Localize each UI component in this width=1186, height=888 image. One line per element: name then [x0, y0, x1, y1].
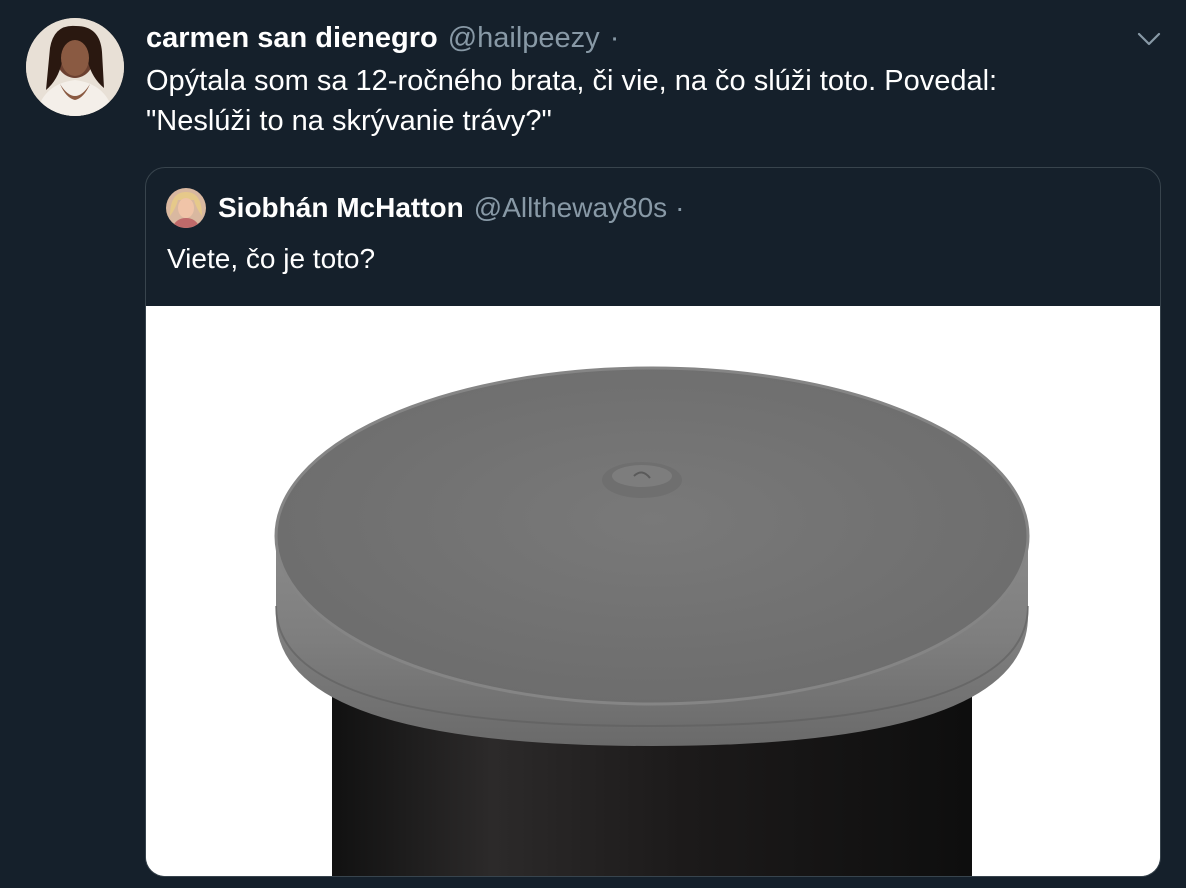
quoted-tweet-image[interactable] [146, 306, 1160, 876]
tweet-header: carmen san dienegro @hailpeezy · [146, 18, 1162, 58]
profile-photo-icon [166, 188, 206, 228]
quoted-tweet-text: Viete, čo je toto? [167, 243, 376, 274]
tweet-content: carmen san dienegro @hailpeezy · Opýtala… [146, 18, 1162, 141]
author-avatar[interactable] [26, 18, 124, 116]
quoted-author-avatar [166, 188, 206, 228]
film-canister-photo-icon [146, 306, 1160, 876]
tweet: carmen san dienegro @hailpeezy · Opýtala… [0, 0, 1186, 888]
quoted-tweet-card[interactable]: Siobhán McHatton @Alltheway80s · Viete, … [145, 167, 1161, 877]
author-handle[interactable]: @hailpeezy [448, 18, 600, 58]
quoted-author-name: Siobhán McHatton [218, 192, 464, 223]
separator-dot: · [675, 192, 685, 223]
chevron-down-icon[interactable] [1136, 26, 1162, 52]
author-name[interactable]: carmen san dienegro [146, 18, 438, 58]
tweet-text: Opýtala som sa 12-ročného brata, či vie,… [146, 65, 998, 137]
quoted-author-handle: @Alltheway80s [473, 192, 668, 223]
profile-photo-icon [26, 18, 124, 116]
quoted-tweet-header: Siobhán McHatton @Alltheway80s · [166, 188, 685, 228]
separator-dot: · [609, 22, 620, 54]
